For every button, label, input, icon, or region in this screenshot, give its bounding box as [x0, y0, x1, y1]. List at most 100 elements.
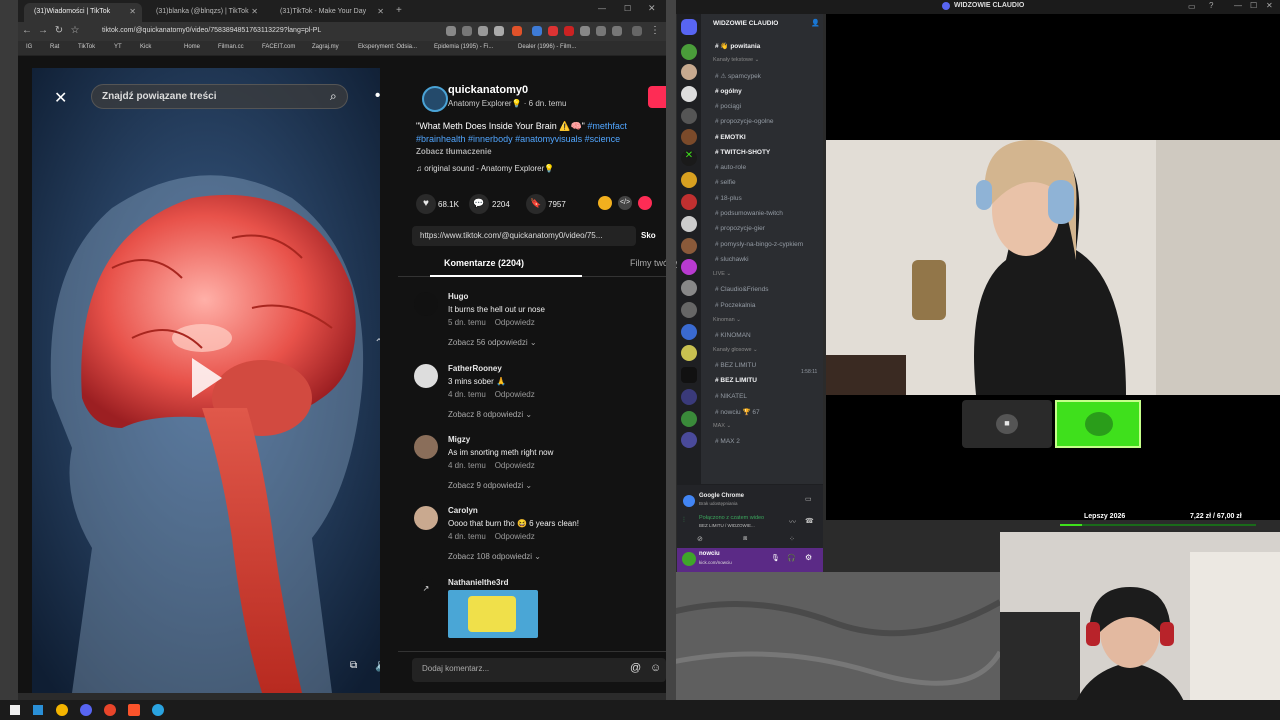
- reload-icon[interactable]: ↻: [52, 25, 66, 36]
- play-icon[interactable]: [192, 358, 222, 398]
- commenter-avatar[interactable]: [414, 435, 438, 459]
- close-tab-icon[interactable]: ✕: [251, 7, 258, 16]
- maximize-icon[interactable]: ☐: [624, 4, 631, 13]
- commenter-avatar[interactable]: [414, 364, 438, 388]
- author-avatar[interactable]: [422, 86, 448, 112]
- forward-icon[interactable]: →: [36, 25, 50, 36]
- channel-item[interactable]: # MAX 2: [715, 438, 740, 445]
- video-tile-avatar[interactable]: [1055, 400, 1141, 448]
- channel-item[interactable]: # Poczekalnia: [715, 302, 755, 309]
- extension-icon[interactable]: [532, 26, 542, 36]
- channel-item[interactable]: # 👋 powitania: [715, 42, 760, 50]
- view-replies-link[interactable]: Zobacz 8 odpowiedzi ⌄: [448, 410, 532, 419]
- server-icon[interactable]: [681, 389, 697, 405]
- new-tab-icon[interactable]: +: [396, 5, 402, 16]
- discord-home-icon[interactable]: [681, 19, 697, 35]
- taskbar-app-icon[interactable]: [80, 704, 92, 716]
- chevron-up-icon[interactable]: ⌃: [374, 336, 380, 350]
- reply-link[interactable]: Odpowiedz: [495, 461, 535, 470]
- bookmark-item[interactable]: Dealer (1996) - Film...: [518, 44, 576, 50]
- inbox-icon[interactable]: ▭: [1188, 2, 1196, 11]
- bookmark-item[interactable]: Zagraj.my: [312, 44, 339, 50]
- bookmark-item[interactable]: Kick: [140, 44, 151, 50]
- coin-icon[interactable]: [598, 196, 612, 210]
- tab-wiadomosci[interactable]: (31)Wiadomości | TikTok ✕: [24, 3, 142, 22]
- channel-item[interactable]: # ⚠ spamcypek: [715, 72, 761, 80]
- extension-icon[interactable]: [462, 26, 472, 36]
- bookmark-item[interactable]: YT: [114, 44, 122, 50]
- channel-item[interactable]: # sluchawki: [715, 256, 749, 263]
- extension-icon[interactable]: [580, 26, 590, 36]
- channel-item[interactable]: # propozycje-ogolne: [715, 118, 774, 125]
- share-icon[interactable]: [638, 196, 652, 210]
- channel-item[interactable]: # ogólny: [715, 88, 742, 95]
- server-icon[interactable]: [681, 64, 697, 80]
- server-icon[interactable]: [681, 345, 697, 361]
- camera-toggle-icon[interactable]: ⊘: [697, 535, 703, 543]
- channel-item[interactable]: # propozycje-gier: [715, 225, 765, 232]
- channel-item[interactable]: # BEZ LIMITU: [715, 377, 757, 384]
- server-icon[interactable]: [681, 44, 697, 60]
- embed-icon[interactable]: </>: [618, 196, 632, 210]
- channel-item[interactable]: # Claudio&Friends: [715, 286, 768, 293]
- taskbar-app-icon[interactable]: [33, 705, 43, 715]
- server-icon[interactable]: [681, 367, 697, 383]
- minimize-icon[interactable]: —: [1234, 1, 1242, 10]
- channel-item[interactable]: # podsumowanie-twitch: [715, 210, 783, 217]
- taskbar-app-icon[interactable]: [152, 704, 164, 716]
- channel-item[interactable]: # nowciu 🏆 67: [715, 408, 760, 416]
- more-options-icon[interactable]: •••: [375, 87, 380, 104]
- server-icon[interactable]: [681, 216, 697, 232]
- taskbar-app-icon[interactable]: [104, 704, 116, 716]
- share-url-field[interactable]: https://www.tiktok.com/@quickanatomy0/vi…: [412, 226, 636, 246]
- channel-item[interactable]: # KINOMAN: [715, 332, 751, 339]
- commenter-name[interactable]: Carolyn: [448, 506, 478, 515]
- emoji-icon[interactable]: ☺: [650, 662, 661, 674]
- commenter-avatar[interactable]: [414, 506, 438, 530]
- channel-item[interactable]: # pomysly-na-bingo-z-cypkiem: [715, 241, 803, 248]
- server-icon[interactable]: [681, 108, 697, 124]
- server-icon[interactable]: [681, 411, 697, 427]
- bookmark-item[interactable]: Rat: [50, 44, 59, 50]
- start-icon[interactable]: [10, 705, 20, 715]
- brave-shield-icon[interactable]: [512, 26, 522, 36]
- copy-link-button[interactable]: Sko: [641, 231, 656, 240]
- commenter-name[interactable]: Migzy: [448, 435, 470, 444]
- reply-link[interactable]: Odpowiedz: [495, 532, 535, 541]
- minimize-icon[interactable]: —: [598, 4, 606, 13]
- commenter-name[interactable]: Nathanielthe3rd: [448, 578, 508, 587]
- server-header[interactable]: WIDZOWIE CLAUDIO 👤: [703, 14, 823, 34]
- channel-item[interactable]: # auto-role: [715, 164, 746, 171]
- bookmark-item[interactable]: TikTok: [78, 44, 95, 50]
- server-icon[interactable]: [681, 302, 697, 318]
- share-screen-button-icon[interactable]: ⧈: [743, 535, 747, 543]
- noise-suppression-icon[interactable]: 〰: [789, 517, 796, 527]
- close-tab-icon[interactable]: ✕: [129, 7, 136, 16]
- server-icon[interactable]: [681, 129, 697, 145]
- channel-item[interactable]: # NIKATEL: [715, 393, 747, 400]
- channel-category[interactable]: MAX ⌄: [713, 423, 731, 429]
- invite-icon[interactable]: 👤: [811, 19, 820, 27]
- bookmark-item[interactable]: Filman.cc: [218, 44, 244, 50]
- help-icon[interactable]: ?: [1209, 1, 1213, 10]
- voice-channel-path[interactable]: BEZ LIMITU / WIDZOWIE...: [699, 523, 755, 528]
- mention-icon[interactable]: @: [630, 662, 641, 674]
- menu-dots-icon[interactable]: ⋮: [648, 25, 662, 36]
- view-replies-link[interactable]: Zobacz 108 odpowiedzi ⌄: [448, 552, 541, 561]
- view-replies-link[interactable]: Zobacz 56 odpowiedzi ⌄: [448, 338, 537, 347]
- channel-category[interactable]: Kanały głosowe ⌄: [713, 347, 758, 353]
- bookmark-item[interactable]: IG: [26, 44, 32, 50]
- activities-icon[interactable]: ⁘: [789, 535, 795, 543]
- bookmark-item[interactable]: Epidemia (1995) - Fi...: [434, 44, 493, 50]
- sound-row[interactable]: ♫ original sound - Anatomy Explorer💡: [416, 164, 554, 173]
- channel-item[interactable]: # selfie: [715, 179, 736, 186]
- window-close-icon[interactable]: ✕: [1266, 1, 1273, 10]
- volume-icon[interactable]: 🔊: [375, 658, 380, 672]
- extension-icon[interactable]: [446, 26, 456, 36]
- extension-icon[interactable]: [564, 26, 574, 36]
- reply-link[interactable]: Odpowiedz: [495, 318, 535, 327]
- user-avatar[interactable]: [682, 552, 696, 566]
- comment-icon[interactable]: 💬: [469, 194, 489, 214]
- server-icon[interactable]: [681, 324, 697, 340]
- taskbar-app-icon[interactable]: [128, 704, 140, 716]
